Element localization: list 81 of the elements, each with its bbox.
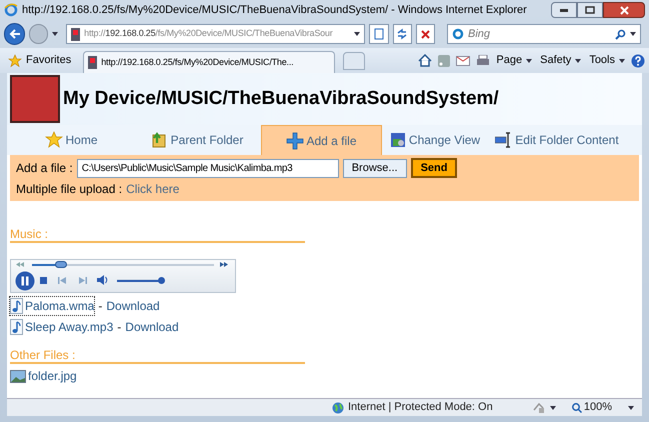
close-button[interactable] — [603, 2, 645, 18]
minimize-icon — [560, 8, 568, 12]
field-label: Multiple file upload : — [16, 181, 122, 198]
nav-tab[interactable]: Home — [10, 125, 133, 155]
separator-text: - — [98, 298, 102, 315]
refresh-icon — [396, 28, 408, 40]
star-icon — [8, 54, 22, 68]
nav-tab[interactable]: Edit Folder Content — [487, 125, 627, 155]
maximize-icon — [585, 6, 595, 14]
media-player[interactable] — [10, 259, 236, 293]
home-icon[interactable] — [418, 54, 432, 67]
help-icon[interactable] — [631, 54, 645, 68]
section-heading: Other Files : — [10, 348, 305, 364]
field-label: Add a file : — [16, 160, 73, 177]
page-icon — [71, 28, 80, 40]
dropdown-caret-icon — [526, 58, 532, 62]
dropdown-caret-icon — [619, 58, 625, 62]
back-button[interactable] — [4, 23, 26, 45]
separator-text: - — [117, 319, 122, 336]
file-path-field[interactable]: C:\Users\Public\Music\Sample Music\Kalimba.mp3 — [76, 158, 339, 178]
printer-icon[interactable] — [476, 54, 490, 66]
address-field[interactable]: http://192.168.0.25/fs/My%20Device/MUSIC/TheBuenaVibraSour — [66, 24, 366, 44]
album-art-placeholder — [10, 75, 60, 123]
stop-button[interactable] — [416, 24, 436, 44]
dropdown-caret-icon[interactable] — [354, 32, 360, 36]
star-icon — [45, 131, 64, 149]
search-field[interactable]: Bing — [468, 26, 612, 42]
browser-logo-icon — [4, 3, 18, 17]
zoom-button[interactable]: 100% — [572, 399, 612, 416]
music-note-icon — [10, 298, 23, 314]
globe-icon — [332, 402, 344, 414]
dropdown-caret-icon[interactable] — [52, 32, 58, 36]
nav-tab[interactable]: Change View — [382, 125, 487, 155]
view-icon — [388, 131, 407, 149]
menu-button[interactable]: Page — [496, 52, 532, 69]
favorites-button[interactable]: Favorites — [4, 52, 76, 69]
volume-icon[interactable] — [97, 275, 108, 285]
pause-icon[interactable] — [15, 271, 35, 291]
window-title: http://192.168.0.25/fs/My%20Device/MUSIC/TheBuenaVibraSoundSystem/ - Windows Internet Explorer — [22, 2, 527, 18]
seek-thumb[interactable] — [55, 261, 68, 268]
minimize-button[interactable] — [551, 2, 577, 18]
file-link[interactable]: Paloma.wma — [10, 297, 94, 315]
page-icon — [374, 28, 384, 40]
upload-link[interactable]: Click here — [126, 180, 180, 198]
refresh-button[interactable] — [392, 24, 412, 44]
search-bar[interactable]: Bing — [447, 24, 642, 44]
fast-forward-icon[interactable] — [220, 262, 228, 267]
download-link[interactable]: Download — [125, 318, 179, 336]
image-icon — [10, 370, 26, 382]
menu-button[interactable]: Safety — [540, 52, 582, 69]
mail-icon[interactable] — [456, 56, 470, 66]
close-icon — [620, 6, 628, 14]
nav-tab[interactable]: Add a file — [261, 125, 382, 155]
page-heading: My Device/MUSIC/TheBuenaVibraSoundSystem/ — [63, 86, 499, 111]
file-link[interactable]: folder.jpg — [10, 367, 77, 385]
browse-button[interactable]: Browse... — [342, 158, 407, 178]
dropdown-caret-icon — [575, 58, 582, 62]
file-link[interactable]: Sleep Away.mp3 — [10, 318, 114, 336]
section-heading: Music : — [10, 227, 305, 243]
zoom-icon — [572, 402, 582, 412]
dropdown-caret-icon[interactable] — [550, 406, 556, 410]
volume-track[interactable] — [117, 277, 164, 284]
dropdown-caret-icon[interactable] — [628, 406, 634, 410]
security-zone-text: Internet | Protected Mode: On — [348, 400, 493, 416]
search-engine-logo-icon — [452, 28, 464, 40]
maximize-button[interactable] — [577, 2, 603, 18]
url-text: http://192.168.0.25/fs/My%20Device/MUSIC/TheBuenaVibraSour — [84, 27, 333, 40]
browser-tab[interactable]: http://192.168.0.25/fs/My%20Device/MUSIC/The... — [83, 51, 336, 73]
download-link[interactable]: Download — [106, 297, 160, 315]
page-icon — [88, 56, 98, 69]
menu-button[interactable]: Tools — [589, 52, 625, 69]
compat-view-button[interactable] — [369, 24, 389, 44]
nav-tab[interactable]: Parent Folder — [133, 125, 261, 155]
dropdown-caret-icon[interactable] — [630, 32, 636, 36]
close-icon — [420, 30, 430, 38]
search-icon[interactable] — [615, 28, 626, 40]
send-button[interactable]: Send — [410, 158, 458, 178]
back-arrow-icon — [8, 29, 21, 39]
plus-icon — [286, 132, 304, 150]
music-note-icon — [10, 319, 23, 335]
volume-thumb[interactable] — [158, 277, 166, 284]
